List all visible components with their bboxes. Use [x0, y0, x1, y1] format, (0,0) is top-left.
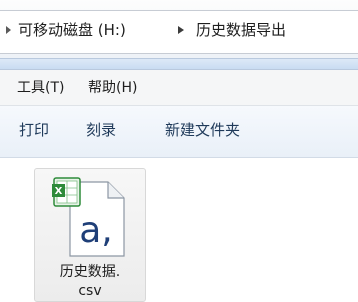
file-list: X a, 历史数据. csv: [0, 158, 358, 302]
address-bar: 可移动磁盘 (H:) 历史数据导出: [0, 0, 358, 58]
print-button[interactable]: 打印: [19, 121, 49, 139]
file-item[interactable]: X a, 历史数据. csv: [34, 168, 146, 302]
menu-bar: 工具(T) 帮助(H): [0, 70, 358, 106]
breadcrumb-folder[interactable]: 历史数据导出: [196, 21, 286, 39]
menu-tools[interactable]: 工具(T): [17, 79, 64, 97]
burn-button[interactable]: 刻录: [86, 121, 116, 139]
new-folder-button[interactable]: 新建文件夹: [165, 121, 240, 139]
address-bar-divider: [0, 58, 358, 70]
breadcrumb-separator-chevron-icon[interactable]: [178, 26, 184, 34]
file-name-line1: 历史数据.: [59, 264, 121, 280]
file-icon-letter: a,: [79, 210, 113, 251]
breadcrumb-drive[interactable]: 可移动磁盘 (H:): [18, 21, 126, 39]
menu-help[interactable]: 帮助(H): [88, 79, 137, 97]
file-name: 历史数据. csv: [35, 263, 145, 301]
file-name-line2: csv: [78, 283, 102, 299]
excel-csv-file-icon: X a,: [52, 177, 125, 257]
command-toolbar: 打印 刻录 新建文件夹: [0, 106, 358, 158]
svg-text:X: X: [55, 186, 63, 197]
breadcrumb-overflow-chevron-icon[interactable]: [6, 26, 11, 34]
